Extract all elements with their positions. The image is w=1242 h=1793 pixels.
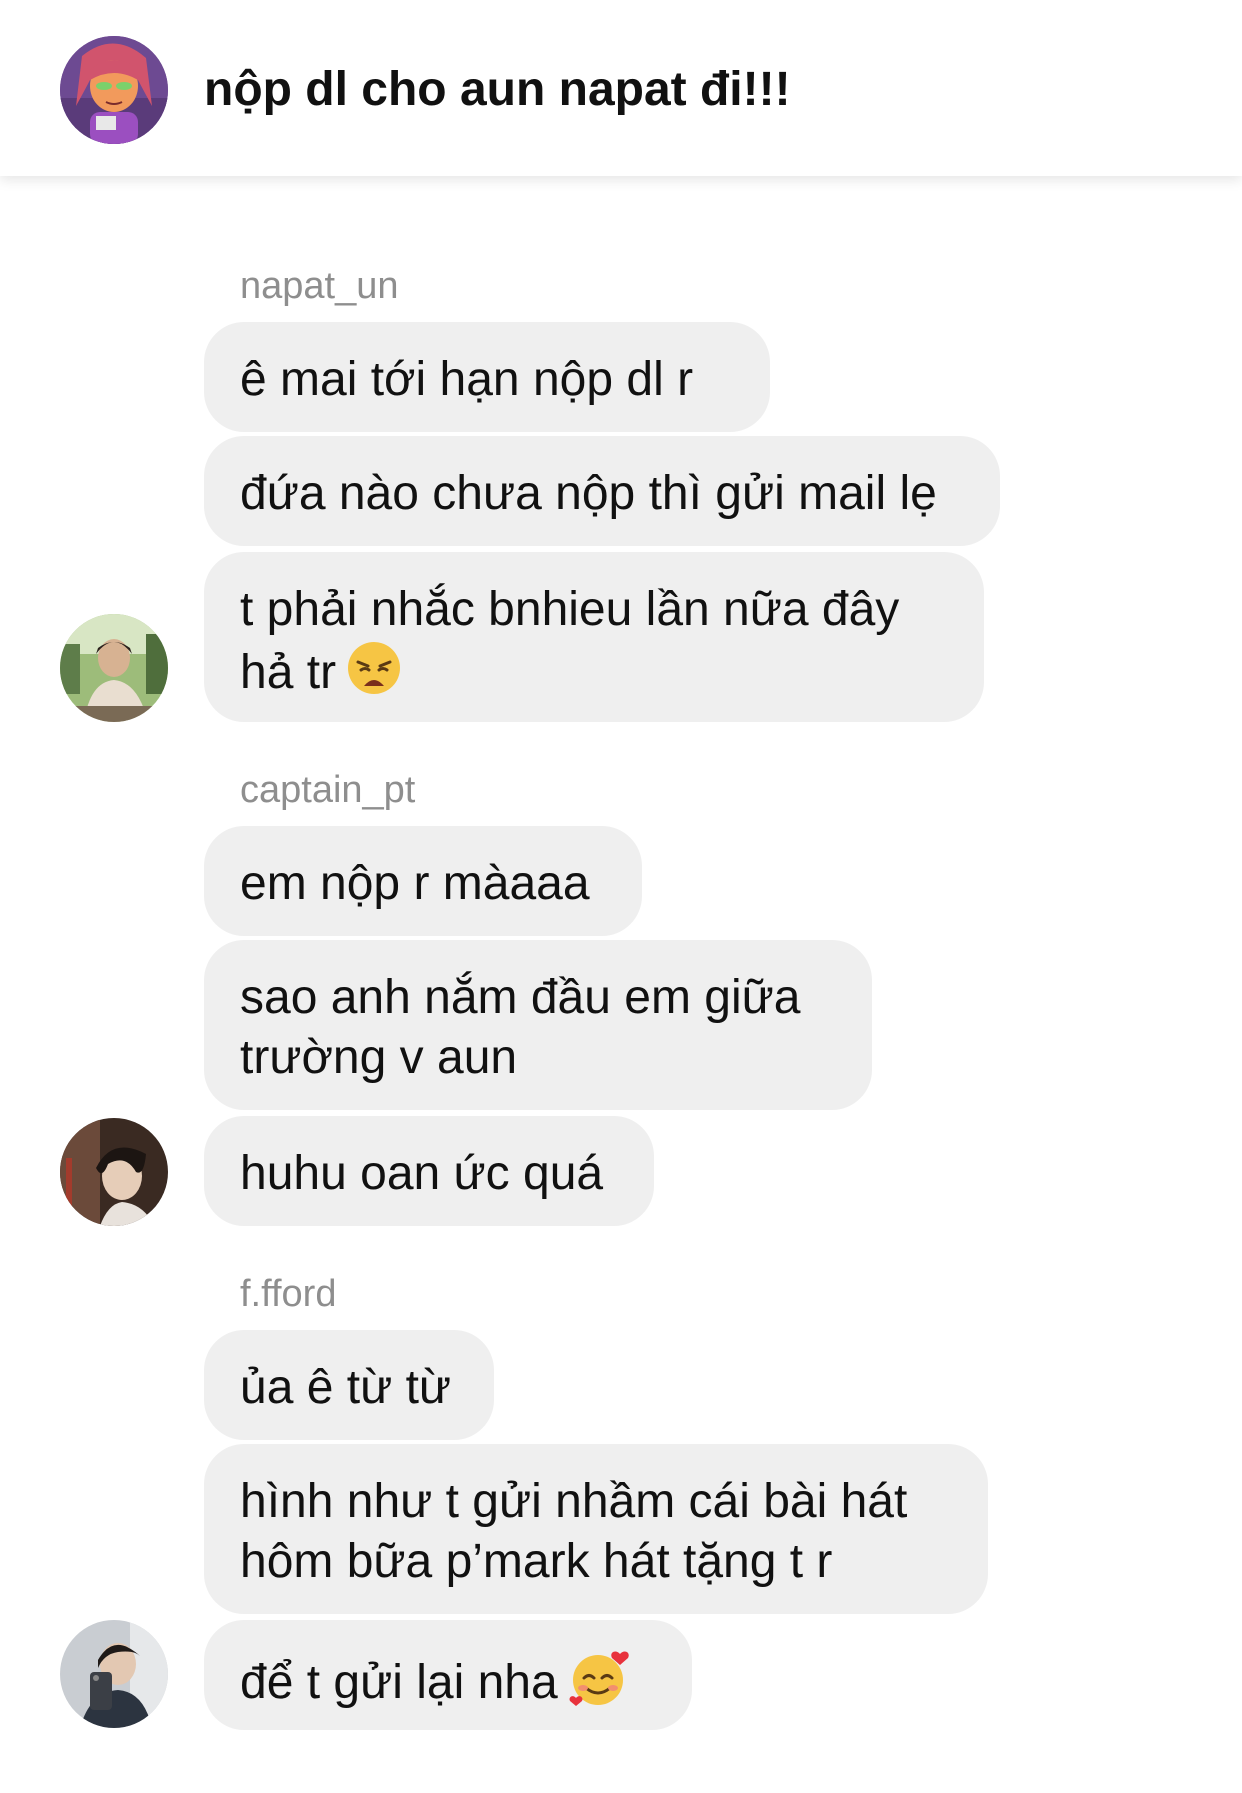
message-bubble[interactable]: t phải nhắc bnhieu lần nữa đây hả tr <box>204 552 984 722</box>
smiling-face-with-hearts-icon <box>568 1648 632 1723</box>
message-text: để t gửi lại nha <box>240 1656 558 1710</box>
avatar-image <box>60 614 168 722</box>
group-avatar-image <box>60 36 168 144</box>
avatar-captain-pt[interactable] <box>60 1118 168 1226</box>
chat-screen: nộp dl cho aun napat đi!!! napat_un ê ma… <box>0 0 1242 1793</box>
weary-face-icon <box>346 640 402 711</box>
message-text: t phải nhắc bnhieu lần nữa đây hả tr <box>240 583 900 700</box>
group-title: nộp dl cho aun napat đi!!! <box>204 63 791 116</box>
sender-name: napat_un <box>240 265 399 307</box>
message-bubble[interactable]: em nộp r màaaa <box>204 826 642 936</box>
message-bubble[interactable]: sao anh nắm đầu em giữa trường v aun <box>204 940 872 1110</box>
sender-name: f.fford <box>240 1273 337 1315</box>
avatar-image <box>60 1620 168 1728</box>
group-avatar[interactable] <box>60 36 168 144</box>
message-bubble[interactable]: ê mai tới hạn nộp dl r <box>204 322 770 432</box>
avatar-f-fford[interactable] <box>60 1620 168 1728</box>
sender-name: captain_pt <box>240 769 416 811</box>
message-bubble[interactable]: huhu oan ức quá <box>204 1116 654 1226</box>
avatar-napat-un[interactable] <box>60 614 168 722</box>
message-bubble[interactable]: để t gửi lại nha <box>204 1620 692 1730</box>
message-bubble[interactable]: hình như t gửi nhầm cái bài hát hôm bữa … <box>204 1444 988 1614</box>
message-bubble[interactable]: ủa ê từ từ <box>204 1330 494 1440</box>
message-bubble[interactable]: đứa nào chưa nộp thì gửi mail lẹ <box>204 436 1000 546</box>
chat-header: nộp dl cho aun napat đi!!! <box>0 0 1242 176</box>
avatar-image <box>60 1118 168 1226</box>
